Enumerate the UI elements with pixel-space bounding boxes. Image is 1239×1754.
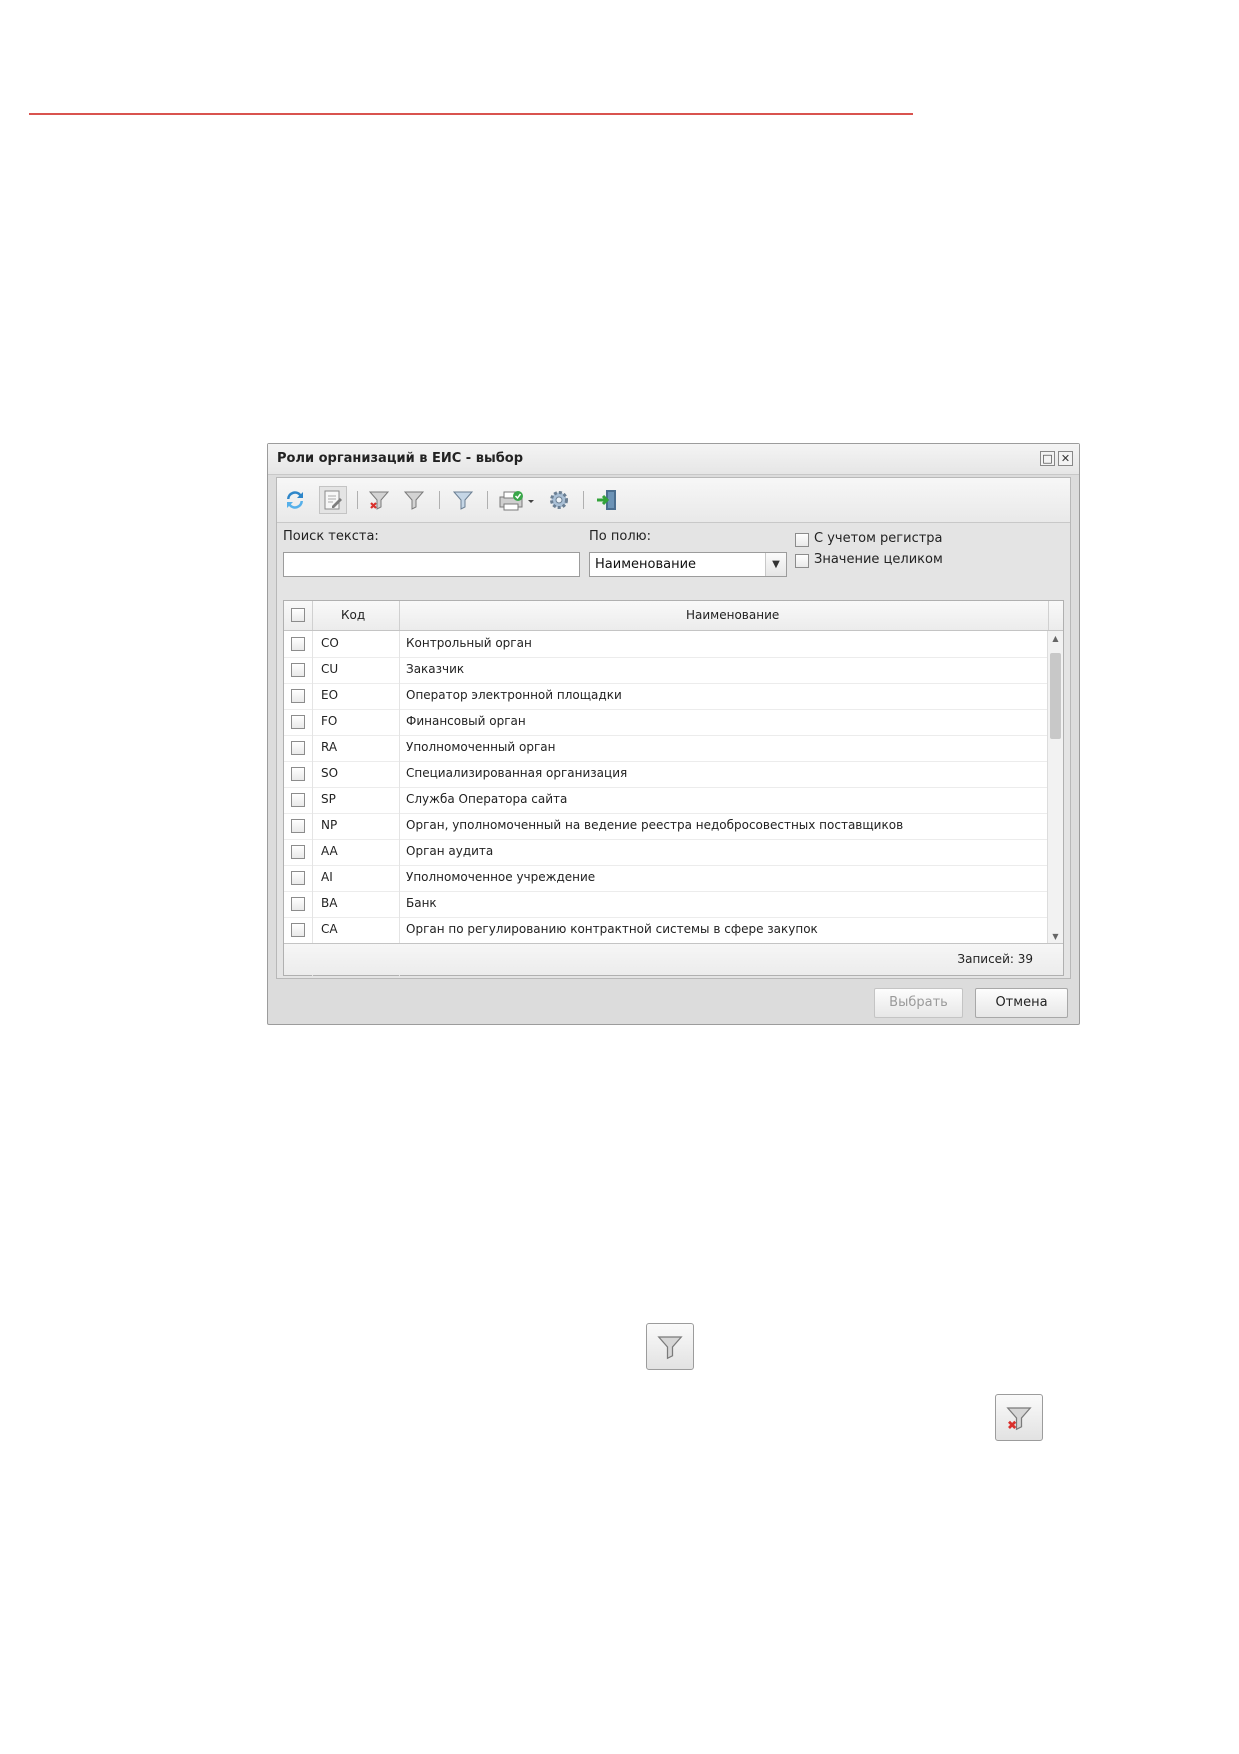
refresh-icon[interactable]: [281, 486, 309, 514]
dialog-title: Роли организаций в ЕИС - выбор: [277, 451, 524, 466]
row-checkbox[interactable]: [291, 819, 305, 833]
settings-icon[interactable]: [545, 486, 573, 514]
case-sensitive-checkbox[interactable]: [795, 533, 809, 547]
toolbar-separator: [487, 491, 488, 509]
row-name: Специализированная организация: [406, 766, 628, 780]
selection-dialog: Роли организаций в ЕИС - выбор □ ✕ Поиск…: [267, 443, 1080, 1025]
toolbar-separator: [357, 491, 358, 509]
row-code: CO: [321, 636, 339, 650]
grid-header: Код Наименование: [284, 601, 1063, 631]
row-code: CA: [321, 922, 338, 936]
row-code: BA: [321, 896, 338, 910]
clear-filter-icon: [995, 1394, 1043, 1441]
print-icon[interactable]: [497, 486, 539, 514]
column-separator: [312, 631, 313, 976]
cancel-button[interactable]: Отмена: [975, 988, 1068, 1018]
edit-icon[interactable]: [319, 486, 347, 514]
filter-icon: [646, 1323, 694, 1370]
row-name: Оператор электронной площадки: [406, 688, 622, 702]
grid-footer: Записей: 39: [284, 943, 1063, 975]
row-checkbox[interactable]: [291, 637, 305, 651]
scroll-up-icon[interactable]: ▲: [1048, 631, 1063, 646]
select-button[interactable]: Выбрать: [874, 988, 963, 1018]
field-select[interactable]: Наименование ▼: [589, 552, 787, 577]
toolbar: [277, 478, 1070, 523]
column-separator: [312, 601, 313, 630]
column-header-code[interactable]: Код: [341, 608, 365, 622]
filter-icon[interactable]: [400, 486, 428, 514]
row-code: EO: [321, 688, 339, 702]
dialog-body: Поиск текста: По полю: Наименование ▼ С …: [276, 477, 1071, 979]
column-separator: [399, 601, 400, 630]
row-code: RA: [321, 740, 338, 754]
row-name: Уполномоченное учреждение: [406, 870, 596, 884]
roles-grid: Код Наименование CO Контрольный орган CU За…: [283, 600, 1064, 976]
maximize-icon[interactable]: □: [1040, 451, 1055, 466]
row-checkbox[interactable]: [291, 793, 305, 807]
row-name: Заказчик: [406, 662, 465, 676]
exit-icon[interactable]: [593, 486, 621, 514]
scrollbar-thumb[interactable]: [1050, 653, 1061, 739]
close-icon[interactable]: ✕: [1058, 451, 1073, 466]
row-checkbox[interactable]: [291, 767, 305, 781]
row-code: FO: [321, 714, 338, 728]
row-checkbox[interactable]: [291, 663, 305, 677]
field-label: По полю:: [589, 529, 651, 544]
row-code: NP: [321, 818, 338, 832]
records-count: Записей: 39: [957, 952, 1033, 966]
row-name: Орган, уполномоченный на ведение реестра…: [406, 818, 904, 832]
select-all-checkbox[interactable]: [291, 608, 305, 622]
vertical-scrollbar[interactable]: ▲ ▼: [1047, 631, 1063, 944]
row-checkbox[interactable]: [291, 871, 305, 885]
row-checkbox[interactable]: [291, 741, 305, 755]
clear-filter-icon[interactable]: [365, 486, 393, 514]
row-checkbox[interactable]: [291, 897, 305, 911]
row-name: Орган аудита: [406, 844, 494, 858]
row-name: Финансовый орган: [406, 714, 526, 728]
search-input[interactable]: [283, 552, 580, 577]
scroll-down-icon[interactable]: ▼: [1048, 929, 1063, 944]
chevron-down-icon[interactable]: ▼: [765, 553, 786, 576]
whole-value-label: Значение целиком: [814, 552, 943, 567]
row-code: AA: [321, 844, 338, 858]
column-separator: [399, 631, 400, 976]
row-code: SP: [321, 792, 336, 806]
column-separator: [1048, 601, 1049, 630]
red-divider-line: [29, 113, 913, 115]
row-name: Орган по регулированию контрактной систе…: [406, 922, 818, 936]
toolbar-separator: [583, 491, 584, 509]
dialog-titlebar[interactable]: Роли организаций в ЕИС - выбор □ ✕: [268, 444, 1079, 475]
row-checkbox[interactable]: [291, 845, 305, 859]
row-checkbox[interactable]: [291, 715, 305, 729]
row-code: CU: [321, 662, 339, 676]
case-sensitive-label: С учетом регистра: [814, 531, 943, 546]
row-code: AI: [321, 870, 333, 884]
row-code: SO: [321, 766, 339, 780]
field-select-value: Наименование: [595, 557, 697, 572]
row-name: Служба Оператора сайта: [406, 792, 568, 806]
row-name: Контрольный орган: [406, 636, 532, 650]
row-name: Банк: [406, 896, 437, 910]
row-checkbox[interactable]: [291, 923, 305, 937]
row-name: Уполномоченный орган: [406, 740, 556, 754]
toolbar-separator: [439, 491, 440, 509]
row-checkbox[interactable]: [291, 689, 305, 703]
search-text-label: Поиск текста:: [283, 529, 379, 544]
apply-filter-icon[interactable]: [449, 486, 477, 514]
whole-value-checkbox[interactable]: [795, 554, 809, 568]
column-header-name[interactable]: Наименование: [686, 608, 779, 622]
